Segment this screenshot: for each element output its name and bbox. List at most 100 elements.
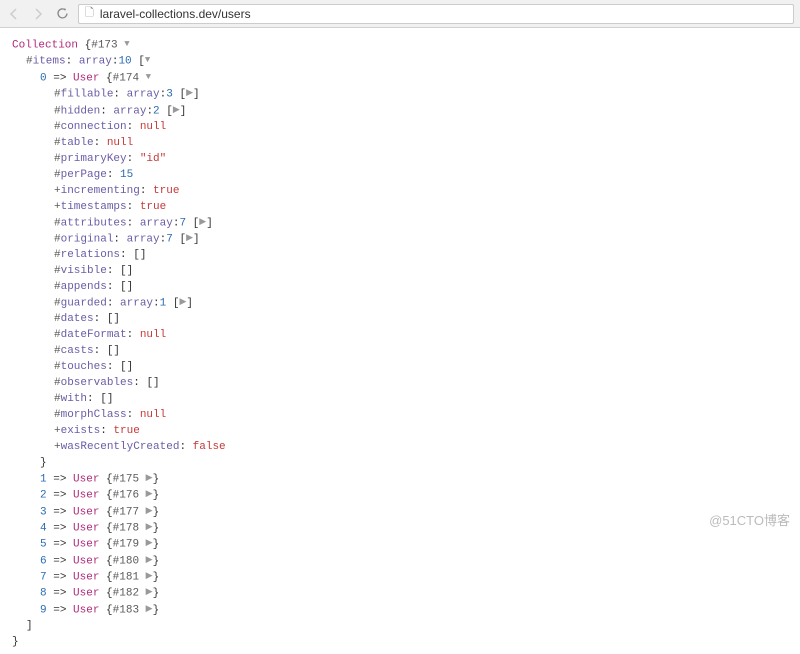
property-value: []: [120, 281, 133, 293]
property-key: appends: [61, 281, 107, 293]
property-value: []: [107, 345, 120, 357]
property-value: null: [107, 137, 133, 149]
visibility-prefix: #: [54, 169, 61, 181]
property-key: touches: [61, 361, 107, 373]
visibility-prefix: #: [54, 217, 61, 229]
property-value: true: [153, 185, 179, 197]
array-count: 7: [166, 233, 173, 245]
class-name: User: [73, 604, 99, 616]
property-row: #casts: []: [12, 344, 788, 360]
property-value: null: [140, 409, 166, 421]
class-name: User: [73, 588, 99, 600]
property-key: table: [61, 137, 94, 149]
toggle-icon[interactable]: ▶: [146, 521, 153, 534]
visibility-prefix: #: [54, 121, 61, 133]
index: 4: [40, 522, 47, 534]
collapsed-user-row: 7 => User {#181 ▶}: [12, 570, 788, 586]
collapsed-user-row: 8 => User {#182 ▶}: [12, 586, 788, 602]
property-row: #touches: []: [12, 360, 788, 376]
property-row: #dateFormat: null: [12, 328, 788, 344]
collapsed-user-row: 9 => User {#183 ▶}: [12, 603, 788, 619]
index: 1: [40, 473, 47, 485]
visibility-prefix: #: [54, 298, 61, 310]
index: 3: [40, 506, 47, 518]
object-ref: #183: [113, 604, 139, 616]
property-row: #fillable: array:3 [▶]: [12, 87, 788, 103]
property-row: #table: null: [12, 136, 788, 152]
property-value: []: [133, 249, 146, 261]
property-key: exists: [61, 425, 101, 437]
property-row: #relations: []: [12, 248, 788, 264]
class-name: User: [73, 522, 99, 534]
property-key: fillable: [61, 89, 114, 101]
property-row: #dates: []: [12, 312, 788, 328]
url-bar[interactable]: 🗋 laravel-collections.dev/users: [78, 4, 794, 24]
visibility-prefix: #: [54, 89, 61, 101]
toggle-icon[interactable]: ▶: [146, 570, 153, 583]
object-ref: #175: [113, 473, 139, 485]
page-icon: 🗋: [85, 4, 94, 23]
reload-button[interactable]: [54, 6, 70, 22]
url-text: laravel-collections.dev/users: [100, 7, 251, 21]
index: 6: [40, 555, 47, 567]
toggle-icon[interactable]: ▶: [146, 488, 153, 501]
toggle-icon[interactable]: ▶: [146, 586, 153, 599]
property-row: +timestamps: true: [12, 200, 788, 216]
property-type: array: [127, 233, 160, 245]
toggle-icon[interactable]: ▶: [146, 505, 153, 518]
collapsed-user-row: 3 => User {#177 ▶}: [12, 505, 788, 521]
collapsed-user-row: 5 => User {#179 ▶}: [12, 537, 788, 553]
visibility-prefix: #: [54, 329, 61, 341]
visibility-prefix: +: [54, 425, 61, 437]
property-value: []: [120, 265, 133, 277]
object-ref: #181: [113, 572, 139, 584]
property-key: connection: [61, 121, 127, 133]
property-value: null: [140, 329, 166, 341]
toggle-icon[interactable]: ▼: [145, 54, 150, 67]
toggle-icon[interactable]: ▶: [173, 104, 180, 117]
array-count: 1: [160, 298, 167, 310]
index: 5: [40, 539, 47, 551]
property-key: incrementing: [61, 185, 140, 197]
class-name: User: [73, 572, 99, 584]
property-row: #with: []: [12, 392, 788, 408]
property-key: morphClass: [61, 409, 127, 421]
property-value: 15: [120, 169, 133, 181]
index: 7: [40, 572, 47, 584]
property-key: dateFormat: [61, 329, 127, 341]
visibility-prefix: #: [54, 137, 61, 149]
property-key: wasRecentlyCreated: [61, 441, 180, 453]
toggle-icon[interactable]: ▶: [146, 537, 153, 550]
toggle-icon[interactable]: ▶: [186, 87, 193, 100]
object-ref: #177: [113, 506, 139, 518]
visibility-prefix: #: [54, 377, 61, 389]
toggle-icon[interactable]: ▶: [146, 554, 153, 567]
property-value: true: [113, 425, 139, 437]
visibility-prefix: #: [54, 345, 61, 357]
visibility-prefix: #: [54, 393, 61, 405]
collapsed-user-row: 6 => User {#180 ▶}: [12, 554, 788, 570]
property-row: #attributes: array:7 [▶]: [12, 216, 788, 232]
toggle-icon[interactable]: ▼: [146, 71, 151, 84]
array-count: 2: [153, 105, 160, 117]
toggle-icon[interactable]: ▶: [146, 603, 153, 616]
array-count: 7: [179, 217, 186, 229]
property-row: #perPage: 15: [12, 168, 788, 184]
visibility-prefix: #: [54, 233, 61, 245]
toggle-icon[interactable]: ▼: [124, 38, 129, 51]
property-type: array: [140, 217, 173, 229]
class-name: User: [73, 539, 99, 551]
property-value: false: [193, 441, 226, 453]
property-row: #hidden: array:2 [▶]: [12, 104, 788, 120]
property-row: +wasRecentlyCreated: false: [12, 440, 788, 456]
visibility-prefix: #: [54, 105, 61, 117]
index: 2: [40, 490, 47, 502]
class-name: User: [73, 473, 99, 485]
toggle-icon[interactable]: ▶: [146, 472, 153, 485]
back-button[interactable]: [6, 6, 22, 22]
toggle-icon[interactable]: ▶: [186, 232, 193, 245]
dump-output: Collection {#173 ▼ #items: array:10 [▼ 0…: [0, 28, 800, 654]
property-row: #original: array:7 [▶]: [12, 232, 788, 248]
property-type: array: [113, 105, 146, 117]
forward-button[interactable]: [30, 6, 46, 22]
